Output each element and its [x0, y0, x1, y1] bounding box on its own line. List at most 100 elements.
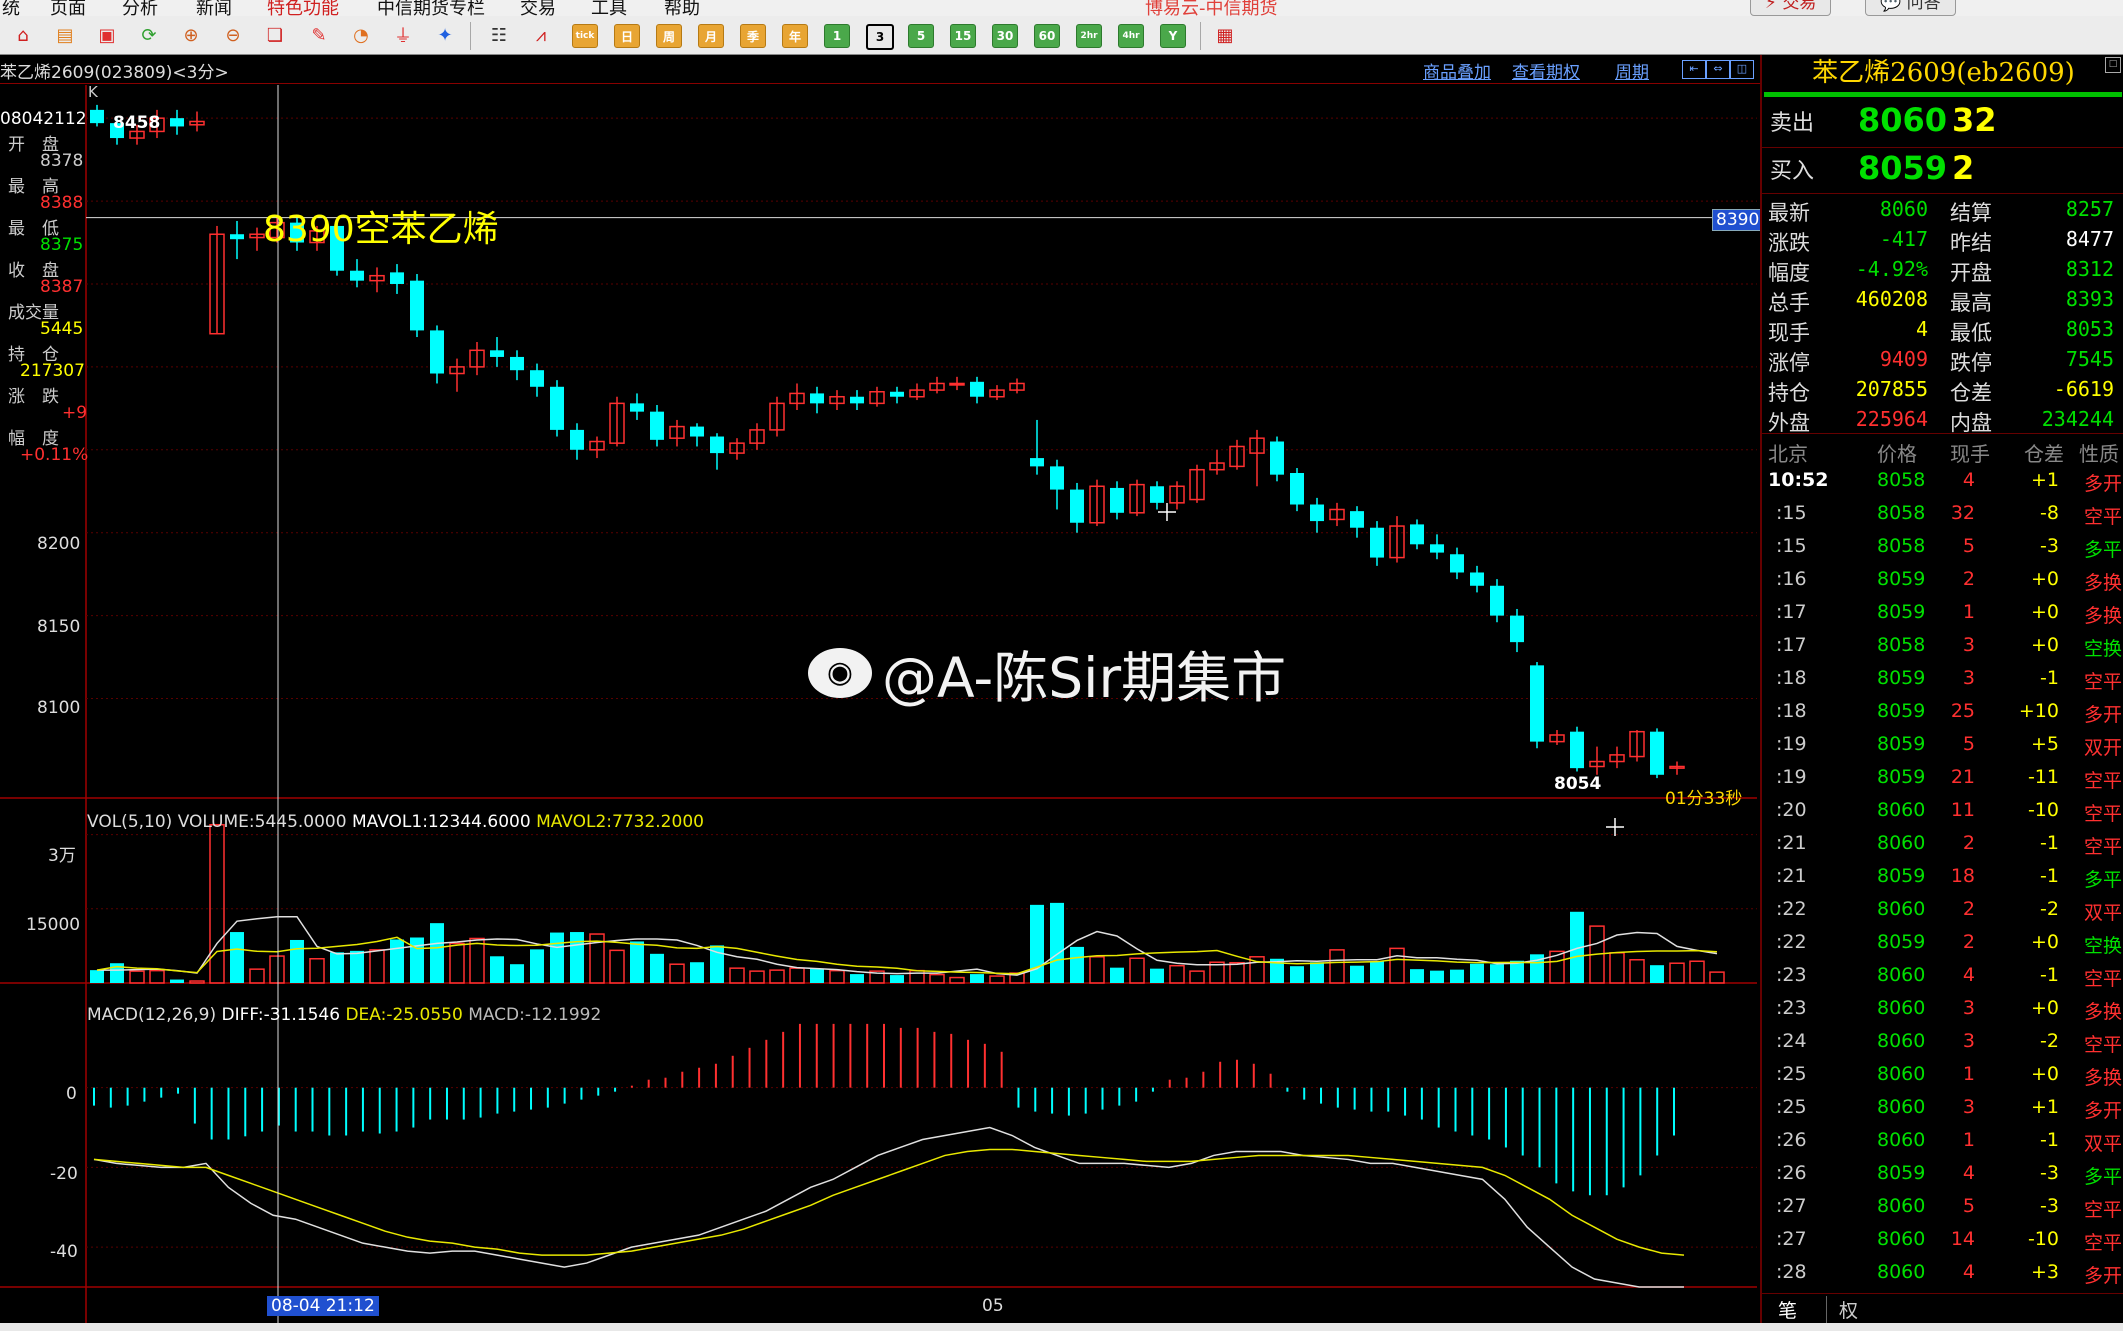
tick-oichange: +0 — [2030, 634, 2059, 656]
tick-row[interactable]: :19 8059 5 +5 双开 — [1762, 731, 2123, 764]
volume-bar — [1689, 960, 1705, 984]
window-icon[interactable]: ❏ — [262, 23, 288, 47]
quote-panel-close-icon[interactable]: □ — [2105, 57, 2121, 73]
period-30min-button[interactable]: 30 — [992, 24, 1018, 48]
period-week-button[interactable]: 周 — [656, 24, 682, 48]
tab-rights[interactable]: 权 — [1826, 1296, 1870, 1323]
tick-row[interactable]: :22 8059 2 +0 空换 — [1762, 929, 2123, 962]
tick-nature: 多换 — [2084, 1067, 2123, 1089]
tick-price: 8060 — [1877, 1096, 1926, 1118]
menu-item-page[interactable]: 页面 — [50, 0, 86, 16]
tick-row[interactable]: :26 8059 4 -3 多平 — [1762, 1160, 2123, 1193]
period-5min-button[interactable]: 5 — [908, 24, 934, 48]
table-icon[interactable]: ☷ — [486, 23, 512, 47]
tick-row[interactable]: :17 8058 3 +0 空换 — [1762, 632, 2123, 665]
chart-line-icon[interactable]: ⩘ — [528, 23, 554, 47]
period-15min-button[interactable]: 15 — [950, 24, 976, 48]
tick-row[interactable]: :28 8060 4 +3 多开 — [1762, 1259, 2123, 1292]
tick-row[interactable]: :15 8058 5 -3 多平 — [1762, 533, 2123, 566]
tick-oichange: -1 — [2040, 667, 2059, 689]
tick-nature: 空平 — [2084, 1232, 2123, 1254]
pencil-icon[interactable]: ✎ — [306, 23, 332, 47]
tick-row[interactable]: :21 8060 2 -1 空平 — [1762, 830, 2123, 863]
tick-row[interactable]: :24 8060 3 -2 空平 — [1762, 1028, 2123, 1061]
tick-row[interactable]: :17 8059 1 +0 多换 — [1762, 599, 2123, 632]
period-3min-button[interactable]: 3 — [866, 24, 894, 50]
period-year-button[interactable]: 年 — [782, 24, 808, 48]
volume-bar — [490, 956, 504, 983]
tick-time: :19 — [1776, 733, 1807, 755]
tick-row[interactable]: 10:52 8058 4 +1 多开 — [1762, 467, 2123, 500]
calculator-icon[interactable]: ▦ — [1212, 23, 1238, 47]
menu-item-system[interactable]: 统 — [2, 0, 20, 16]
volume-bar — [1370, 961, 1384, 983]
crosshair-note: 8390空苯乙烯 — [263, 209, 499, 250]
menu-item-tools[interactable]: 工具 — [591, 0, 627, 16]
tick-nature: 空换 — [2084, 935, 2123, 957]
period-day-button[interactable]: 日 — [614, 24, 640, 48]
menu-item-news[interactable]: 新闻 — [196, 0, 232, 16]
candle-body — [650, 411, 664, 440]
tick-row[interactable]: :25 8060 1 +0 多换 — [1762, 1061, 2123, 1094]
volume-bar — [989, 975, 1005, 984]
period-1min-button[interactable]: 1 — [824, 24, 850, 48]
tab-trades[interactable]: 笔 — [1766, 1296, 1810, 1323]
tick-row[interactable]: :23 8060 3 +0 多换 — [1762, 995, 2123, 1028]
period-60min-button[interactable]: 60 — [1034, 24, 1060, 48]
quote-value: 8257 — [2065, 197, 2114, 221]
tick-row[interactable]: :27 8060 5 -3 空平 — [1762, 1193, 2123, 1226]
menu-item-analysis[interactable]: 分析 — [122, 0, 158, 16]
zoom-out-icon[interactable]: ⊖ — [220, 23, 246, 47]
tick-row[interactable]: :18 8059 25 +10 多开 — [1762, 698, 2123, 731]
tick-row[interactable]: :16 8059 2 +0 多换 — [1762, 566, 2123, 599]
tick-time: :23 — [1776, 964, 1807, 986]
tick-row[interactable]: :21 8059 18 -1 多平 — [1762, 863, 2123, 896]
volume-bar — [1129, 957, 1145, 984]
divider — [1762, 433, 2123, 434]
period-2hr-button[interactable]: 2hr — [1076, 24, 1102, 48]
tick-price: 8059 — [1877, 667, 1926, 689]
news-icon[interactable]: ▣ — [94, 23, 120, 47]
menu-item-help[interactable]: 帮助 — [664, 0, 700, 16]
tick-oichange: -8 — [2040, 502, 2059, 524]
tick-row[interactable]: :27 8060 14 -10 空平 — [1762, 1226, 2123, 1259]
tick-price: 8059 — [1877, 568, 1926, 590]
status-bar — [0, 1323, 2123, 1331]
tick-row[interactable]: :18 8059 3 -1 空平 — [1762, 665, 2123, 698]
tick-nature: 空平 — [2084, 1034, 2123, 1056]
trade-button[interactable]: ⚡ 交易 — [1750, 0, 1832, 16]
tick-price: 8060 — [1877, 1129, 1926, 1151]
notebook-icon[interactable]: ▤ — [52, 23, 78, 47]
tick-row[interactable]: :20 8060 11 -10 空平 — [1762, 797, 2123, 830]
tick-price: 8058 — [1877, 502, 1926, 524]
menu-item-trade[interactable]: 交易 — [520, 0, 556, 16]
home-icon[interactable]: ⌂ — [10, 23, 36, 47]
volume-bar — [230, 932, 244, 983]
tick-row[interactable]: :23 8060 4 -1 空平 — [1762, 962, 2123, 995]
tick-row[interactable]: :15 8058 32 -8 空平 — [1762, 500, 2123, 533]
menu-item-features[interactable]: 特色功能 — [267, 0, 339, 16]
period-quarter-button[interactable]: 季 — [740, 24, 766, 48]
period-4hr-button[interactable]: 4hr — [1118, 24, 1144, 48]
tick-row[interactable]: :19 8059 21 -11 空平 — [1762, 764, 2123, 797]
ask-button[interactable]: 💬 问答 — [1865, 0, 1956, 16]
tick-volume: 4 — [1962, 469, 1975, 491]
filter-icon[interactable]: ⏚ — [390, 23, 416, 47]
info-change-value: +9 — [62, 403, 88, 423]
period-year-y-button[interactable]: Y — [1160, 24, 1186, 48]
quote-title-bar — [1764, 92, 2122, 97]
tick-button[interactable]: tick — [572, 24, 598, 48]
paint-icon[interactable]: ◔ — [348, 23, 374, 47]
candle-body — [710, 436, 724, 454]
tick-header-nature: 性质 — [2079, 442, 2119, 466]
refresh-icon[interactable]: ⟳ — [136, 23, 162, 47]
new-icon[interactable]: ✦ — [432, 23, 458, 47]
tick-row[interactable]: :22 8060 2 -2 双平 — [1762, 896, 2123, 929]
zoom-in-icon[interactable]: ⊕ — [178, 23, 204, 47]
tick-volume: 4 — [1962, 964, 1975, 986]
tick-row[interactable]: :26 8060 1 -1 双平 — [1762, 1127, 2123, 1160]
tick-row[interactable]: :25 8060 3 +1 多开 — [1762, 1094, 2123, 1127]
candle-body — [1110, 487, 1124, 513]
menu-item-citic-column[interactable]: 中信期货专栏 — [377, 0, 485, 16]
period-month-button[interactable]: 月 — [698, 24, 724, 48]
